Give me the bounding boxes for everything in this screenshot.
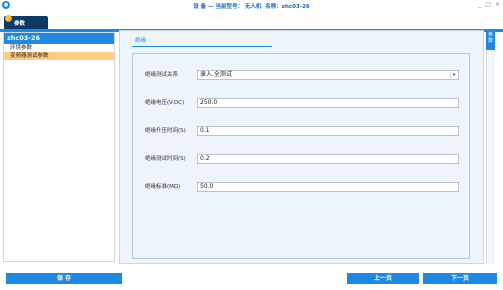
next-page-button[interactable]: 下一页 xyxy=(423,273,497,284)
voltage-input[interactable]: 250.0 xyxy=(197,98,459,108)
test-time-input[interactable]: 0.2 xyxy=(197,154,459,164)
minimize-button[interactable]: _ xyxy=(478,1,481,9)
sidebar: zhc03-26 环境参数 变频器测试参数 xyxy=(3,32,115,262)
tab-params-label: 参数 xyxy=(14,20,26,27)
insulation-form: 绝缘测试关系 录入.全测试 ▼ 绝缘电压(V.DC) 250.0 绝缘升压时间(… xyxy=(132,53,470,259)
save-button[interactable]: 保 存 xyxy=(6,273,122,284)
maximize-button[interactable]: □ xyxy=(485,1,491,9)
right-rail xyxy=(486,50,495,264)
params-tab-icon xyxy=(5,15,12,22)
main-panel: 绝缘 绝缘测试关系 录入.全测试 ▼ 绝缘电压(V.DC) 250.0 绝缘升压… xyxy=(119,30,484,264)
voltage-label: 绝缘电压(V.DC) xyxy=(145,100,185,106)
test-time-label: 绝缘测试时间(S) xyxy=(145,156,186,162)
window-controls: _ □ ✕ xyxy=(478,1,500,9)
sidebar-item-environment-params[interactable]: 环境参数 xyxy=(4,44,114,52)
section-tab-insulation[interactable]: 绝缘 xyxy=(132,37,272,47)
tab-params[interactable]: 参数 xyxy=(4,15,48,29)
test-relation-select[interactable]: 录入.全测试 ▼ xyxy=(197,70,459,80)
chevron-down-icon[interactable]: ▼ xyxy=(450,72,457,78)
ramp-time-input[interactable]: 0.1 xyxy=(197,126,459,136)
right-tab-params[interactable]: 参数 xyxy=(486,30,495,50)
sidebar-item-label: 环境参数 xyxy=(10,45,33,51)
bottom-bar: 保 存 上一页 下一页 xyxy=(0,268,503,290)
test-relation-value: 录入.全测试 xyxy=(200,71,232,78)
tab-strip: 参数 xyxy=(0,11,503,32)
test-relation-label: 绝缘测试关系 xyxy=(145,72,179,78)
window-title: 设 备 — 当前型号： 无人机 名称：zhc03-26 xyxy=(193,4,310,10)
close-button[interactable]: ✕ xyxy=(495,1,500,9)
standard-label: 绝缘标准(MΩ) xyxy=(145,184,181,190)
sidebar-item-label: 变频器测试参数 xyxy=(10,53,49,59)
standard-input[interactable]: 50.0 xyxy=(197,182,459,192)
title-bar: ● 设 备 — 当前型号： 无人机 名称：zhc03-26 _ □ ✕ xyxy=(0,0,503,11)
sidebar-header[interactable]: zhc03-26 xyxy=(4,33,114,44)
ramp-time-label: 绝缘升压时间(S) xyxy=(145,128,186,134)
sidebar-item-inverter-test-params[interactable]: 变频器测试参数 xyxy=(4,52,114,60)
prev-page-button[interactable]: 上一页 xyxy=(347,273,419,284)
